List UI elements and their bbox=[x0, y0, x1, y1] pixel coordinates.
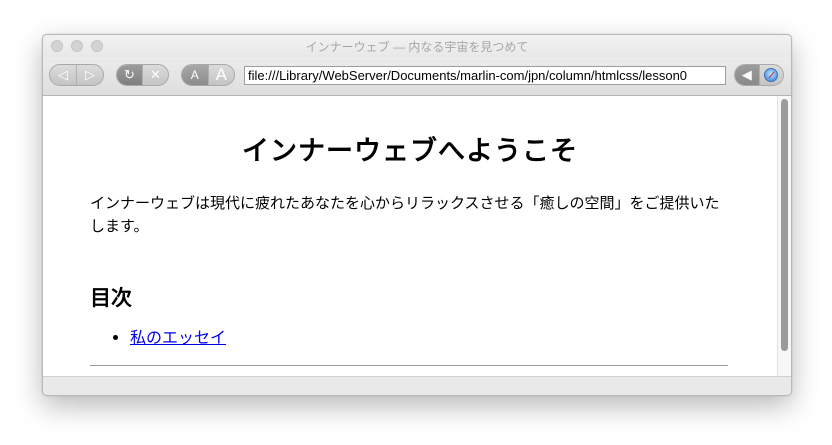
page-heading: インナーウェブへようこそ bbox=[242, 136, 578, 167]
status-bar bbox=[43, 376, 791, 395]
vertical-scrollbar[interactable] bbox=[777, 96, 791, 376]
back-forward-control: ◁ ▷ bbox=[49, 64, 104, 86]
reload-button[interactable]: ↻ bbox=[117, 65, 142, 85]
text-larger-button[interactable]: A bbox=[207, 65, 235, 85]
reload-stop-control: ↻ ✕ bbox=[116, 64, 169, 86]
back-icon: ◁ bbox=[58, 67, 68, 82]
address-field[interactable]: file:///Library/WebServer/Documents/marl… bbox=[244, 66, 726, 85]
safari-compass-icon bbox=[764, 68, 779, 82]
text-smaller-button[interactable]: A bbox=[182, 65, 208, 85]
intro-paragraph: インナーウェブは現代に疲れたあなたを心からリラックスさせる「癒しの空間」をご提供… bbox=[90, 194, 720, 235]
triangle-left-icon: ◀ bbox=[741, 67, 752, 82]
toc-link-essay[interactable]: 私のエッセイ bbox=[130, 328, 226, 347]
stop-button[interactable]: ✕ bbox=[142, 65, 168, 85]
toc-list: 私のエッセイ bbox=[90, 324, 226, 348]
destination-control: ◀ bbox=[734, 64, 784, 86]
title-bar: インナーウェブ — 内なる宇宙を見つめて bbox=[43, 35, 791, 57]
list-item: 私のエッセイ bbox=[130, 324, 226, 348]
scrollbar-thumb[interactable] bbox=[781, 99, 788, 351]
divider bbox=[90, 365, 728, 366]
forward-icon: ▷ bbox=[85, 67, 95, 82]
page-content: インナーウェブへようこそ インナーウェブは現代に疲れたあなたを心からリラックスさ… bbox=[43, 96, 777, 376]
destination-back-button[interactable]: ◀ bbox=[735, 65, 759, 85]
text-size-control: A A bbox=[181, 64, 235, 86]
toc-heading: 目次 bbox=[90, 285, 132, 310]
window-title: インナーウェブ — 内なる宇宙を見つめて bbox=[305, 40, 529, 54]
back-button[interactable]: ◁ bbox=[50, 65, 76, 85]
safari-button[interactable] bbox=[758, 65, 784, 85]
forward-button[interactable]: ▷ bbox=[76, 65, 103, 85]
reload-icon: ↻ bbox=[124, 67, 135, 82]
stop-icon: ✕ bbox=[150, 67, 161, 82]
toolbar: ◁ ▷ ↻ ✕ A A file:///Library/WebServer/Do… bbox=[43, 57, 791, 96]
browser-window: インナーウェブ — 内なる宇宙を見つめて ◁ ▷ ↻ ✕ A A file://… bbox=[42, 34, 792, 396]
